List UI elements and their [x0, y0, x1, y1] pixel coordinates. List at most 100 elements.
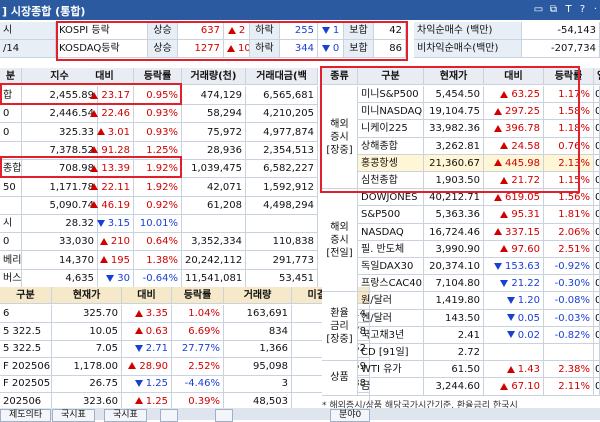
bottom-tab[interactable]: 제도의타 [0, 409, 52, 422]
bottom-tab[interactable]: 국시표 [52, 409, 95, 422]
overseas-name: 엔/달러 [358, 309, 424, 327]
up-arrow-icon [494, 193, 502, 201]
summary-up-label: 상승 [148, 40, 178, 58]
down-arrow-icon [506, 314, 515, 322]
overseas-row[interactable]: 독일DAX3020,374.10153.63-0.92%04/ [0, 258, 600, 277]
overseas-row[interactable]: 니케이22533,982.36396.781.18%04/ [0, 120, 600, 139]
overseas-row[interactable]: WTI 유가61.501.432.38%04/ [0, 361, 600, 380]
down-limit-value: 0 [332, 43, 340, 54]
overseas-row[interactable]: 국고채3년2.410.02-0.82%04/ [0, 326, 600, 346]
up-limit-icon [227, 26, 236, 34]
overseas-name: 원/달러 [358, 292, 424, 310]
overseas-header[interactable]: 현재가 [424, 68, 484, 85]
overseas-name: 필. 반도체 [358, 240, 424, 258]
summary-arbitrage-label: 비차익순매수(백만) [414, 40, 522, 58]
bottom-tabs: 제도의타 국시표 국시표 분야0 [0, 408, 600, 422]
summary-arbitrage-value: -54,143 [522, 22, 600, 40]
overseas-date: 04/ [594, 206, 600, 224]
up-arrow-icon [500, 245, 509, 253]
up-arrow-icon [494, 159, 502, 167]
overseas-row[interactable]: 프랑스CAC407,104.8021.22-0.30%04/ [0, 275, 600, 294]
overseas-name: 국고채3년 [358, 326, 424, 344]
up-arrow-icon [500, 142, 509, 150]
overseas-name: DOWJONES [358, 189, 424, 207]
down-arrow-icon [500, 279, 509, 287]
domestic-header[interactable]: 대비 [76, 68, 134, 85]
overseas-change: 0.02 [484, 326, 544, 344]
up-arrow-icon [134, 397, 143, 404]
bottom-tab[interactable]: 분야0 [330, 409, 371, 422]
overseas-change [484, 344, 544, 362]
summary-market-label: KOSPI 등락 [56, 22, 148, 40]
overseas-header[interactable]: 일 [594, 68, 600, 85]
overseas-date: 04/ [594, 292, 600, 310]
overseas-rate: 1.15% [544, 172, 594, 190]
down-arrow-icon [506, 331, 515, 339]
overseas-rate: 2.51% [544, 240, 594, 258]
summary-down-label: 하락 [250, 40, 280, 58]
overseas-change: 67.10 [484, 378, 544, 396]
overseas-price: 3,244.60 [424, 378, 484, 396]
overseas-row[interactable]: 미니S&P5005,454.5063.251.17%04/ [0, 86, 600, 105]
summary-market-label: KOSDAQ등락 [56, 40, 148, 58]
overseas-header[interactable]: 구분 [358, 68, 424, 85]
settings-icon[interactable]: T [562, 3, 575, 16]
overseas-change: 21.22 [484, 275, 544, 293]
overseas-change: 97.60 [484, 240, 544, 258]
overseas-row[interactable]: NASDAQ16,724.46337.152.06%04/ [0, 223, 600, 243]
bottom-tab[interactable] [160, 409, 178, 422]
overseas-row[interactable]: 홍콩항셍21,360.67445.982.13%04/ [0, 154, 600, 174]
overseas-name: 홍콩항셍 [358, 154, 424, 172]
domestic-header[interactable]: 분 [0, 68, 22, 85]
overseas-change: 619.05 [484, 189, 544, 207]
overseas-row[interactable]: 필. 반도체3,990.9097.602.51%04/ [0, 240, 600, 260]
overseas-row[interactable]: 미니NASDAQ19,104.75297.251.58%04/ [0, 103, 600, 122]
down-arrow-icon [494, 262, 502, 270]
overseas-rate: 2.13% [544, 154, 594, 172]
bottom-tab[interactable] [215, 409, 233, 422]
overseas-date: 04/ [594, 189, 600, 207]
overseas-rate: 1.18% [544, 120, 594, 138]
overseas-name: 미니NASDAQ [358, 103, 424, 121]
overseas-rate: 2.38% [544, 361, 594, 379]
overseas-date: 04/ [594, 378, 600, 396]
summary-up-limit: 2 [224, 22, 250, 40]
title-bar: ] 시장종합 (통합) ▭ ⧉ T ? · [0, 0, 600, 20]
domestic-header[interactable]: 거래량(천) [182, 68, 246, 85]
overseas-row[interactable]: 원/달러1,419.801.20-0.08%04/ [0, 292, 600, 311]
down-limit-value: 1 [332, 25, 340, 36]
close-icon[interactable]: · [589, 3, 600, 16]
overseas-row[interactable]: 심천종합1,903.5021.721.15%04/ [0, 172, 600, 191]
overseas-row[interactable]: DOWJONES40,212.71619.051.56%04/ [0, 189, 600, 208]
overseas-date: 04/ [594, 154, 600, 172]
overseas-name: CD [91일] [358, 344, 424, 362]
help-icon[interactable]: ? [576, 3, 589, 16]
overseas-header[interactable]: 등락률 [544, 68, 594, 85]
summary-flat-label: 보합 [344, 22, 374, 40]
domestic-header[interactable]: 등락률 [134, 68, 182, 85]
bottom-tab[interactable]: 국시표 [104, 409, 147, 422]
up-arrow-icon [500, 382, 509, 390]
overseas-header[interactable]: 종류 [322, 68, 358, 85]
overseas-change: 1.43 [484, 361, 544, 379]
summary-down-limit: 0 [318, 40, 344, 58]
overseas-row[interactable]: S&P5005,363.3695.311.81%04/ [0, 206, 600, 225]
overseas-row[interactable]: 엔/달러143.500.05-0.03%04/ [0, 309, 600, 329]
restore-icon[interactable]: ⧉ [547, 3, 560, 16]
minimize-icon[interactable]: ▭ [532, 3, 545, 16]
overseas-name: 심천종합 [358, 172, 424, 190]
up-arrow-icon [500, 90, 509, 98]
overseas-change: 24.58 [484, 137, 544, 155]
overseas-row[interactable]: CD [91일] 2.72 [0, 344, 600, 363]
domestic-header[interactable]: 거래대금(백 [246, 68, 318, 85]
overseas-row[interactable]: 금3,244.6067.102.11%04/ [0, 378, 600, 397]
overseas-name: S&P500 [358, 206, 424, 224]
summary-down-count: 255 [280, 22, 318, 40]
up-arrow-icon [500, 210, 509, 218]
up-arrow-icon [494, 228, 502, 236]
overseas-header[interactable]: 대비 [484, 68, 544, 85]
window-title: ] 시장종합 (통합) [2, 5, 86, 18]
summary-up-count: 1277 [178, 40, 224, 58]
overseas-row[interactable]: 상해종합3,262.8124.580.76%04/ [0, 137, 600, 157]
overseas-price: 5,454.50 [424, 86, 484, 104]
